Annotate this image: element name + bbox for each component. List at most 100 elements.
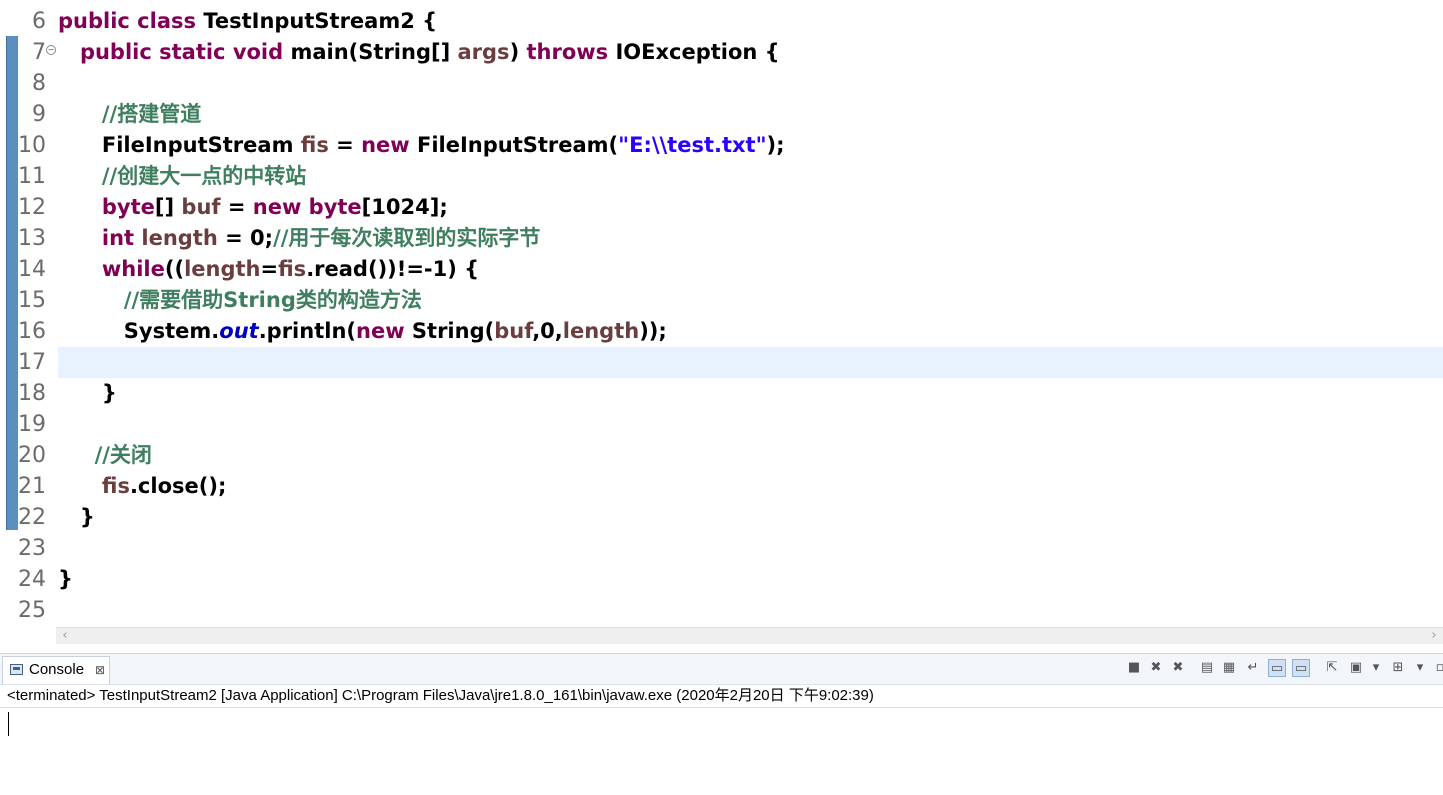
code-line[interactable]: 13 int length = 0;//用于每次读取到的实际字节 xyxy=(0,223,1443,254)
code-text[interactable]: System.out.println(new String(buf,0,leng… xyxy=(58,316,1443,347)
code-token: = xyxy=(328,133,362,157)
word-wrap-icon[interactable]: ↵ xyxy=(1244,659,1262,677)
code-token: fis xyxy=(300,133,329,157)
code-line[interactable]: 7− public static void main(String[] args… xyxy=(0,37,1443,68)
remove-all-terminated-icon[interactable]: ✖ xyxy=(1169,659,1187,677)
console-output[interactable] xyxy=(0,708,1443,795)
code-line[interactable]: 19 xyxy=(0,409,1443,440)
code-text[interactable]: //搭建管道 xyxy=(58,99,1443,130)
code-text[interactable]: public class TestInputStream2 { xyxy=(58,6,1443,37)
code-text[interactable] xyxy=(58,409,1443,440)
code-token: new xyxy=(252,195,309,219)
line-number: 15 xyxy=(18,288,46,313)
remove-launch-icon[interactable]: ✖ xyxy=(1147,659,1165,677)
fold-toggle-icon[interactable]: − xyxy=(46,45,56,55)
code-line[interactable]: 23 xyxy=(0,533,1443,564)
tab-console-label: Console xyxy=(29,661,85,678)
code-line[interactable]: 22 } xyxy=(0,502,1443,533)
code-token: (( xyxy=(164,257,185,281)
code-text[interactable]: } xyxy=(58,564,1443,595)
code-text[interactable] xyxy=(58,595,1443,626)
code-text[interactable]: byte[] buf = new byte[1024]; xyxy=(58,192,1443,223)
chevron-left-icon[interactable]: ‹ xyxy=(58,628,72,644)
open-console-icon[interactable]: ⊞ xyxy=(1389,659,1407,677)
pin-console-icon[interactable]: ⇱ xyxy=(1323,659,1341,677)
code-token: .read())!=-1) { xyxy=(306,257,480,281)
code-text[interactable]: } xyxy=(58,502,1443,533)
code-text[interactable]: } xyxy=(58,378,1443,409)
line-number: 20 xyxy=(18,443,46,468)
minimize-icon[interactable]: ▫ xyxy=(1431,659,1443,677)
code-token: //关闭 xyxy=(94,443,152,467)
line-number: 19 xyxy=(18,412,46,437)
code-text[interactable]: //创建大一点的中转站 xyxy=(58,161,1443,192)
code-token: "E:\\test.txt" xyxy=(618,133,767,157)
line-number: 22 xyxy=(18,505,46,530)
code-line[interactable]: 18 } xyxy=(0,378,1443,409)
code-text[interactable]: FileInputStream fis = new FileInputStrea… xyxy=(58,130,1443,161)
code-text[interactable]: int length = 0;//用于每次读取到的实际字节 xyxy=(58,223,1443,254)
code-token: = xyxy=(220,195,253,219)
clear-console-icon[interactable]: ▤ xyxy=(1198,659,1216,677)
show-console-on-stdout-icon[interactable]: ▭ xyxy=(1268,659,1286,677)
code-line[interactable]: 12 byte[] buf = new byte[1024]; xyxy=(0,192,1443,223)
code-token: args xyxy=(457,40,510,64)
code-line[interactable]: 25 xyxy=(0,595,1443,626)
code-token: public class xyxy=(58,9,204,33)
code-token: System. xyxy=(58,319,220,343)
code-line[interactable]: 11 //创建大一点的中转站 xyxy=(0,161,1443,192)
code-token: new xyxy=(356,319,412,343)
scroll-lock-icon[interactable]: ▦ xyxy=(1220,659,1238,677)
code-token: ) xyxy=(509,40,527,64)
code-line[interactable]: 20 //关闭 xyxy=(0,440,1443,471)
line-number: 9 xyxy=(32,102,46,127)
close-icon[interactable]: ⊠ xyxy=(95,657,105,683)
code-text[interactable] xyxy=(58,533,1443,564)
code-text[interactable]: fis.close(); xyxy=(58,471,1443,502)
code-line[interactable]: 16 System.out.println(new String(buf,0,l… xyxy=(0,316,1443,347)
code-token: while xyxy=(101,257,165,281)
tab-console[interactable]: Console ⊠ xyxy=(2,656,110,684)
code-line[interactable]: 21 fis.close(); xyxy=(0,471,1443,502)
horizontal-scrollbar[interactable]: ‹ › xyxy=(56,627,1443,644)
code-line[interactable]: 9 //搭建管道 xyxy=(0,99,1443,130)
dropdown-icon[interactable]: ▾ xyxy=(1411,659,1429,677)
code-editor[interactable]: 6 public class TestInputStream2 {7− publi… xyxy=(0,0,1443,645)
line-number: 10 xyxy=(18,133,46,158)
code-line[interactable]: 6 public class TestInputStream2 { xyxy=(0,6,1443,37)
line-number: 6 xyxy=(32,9,46,34)
code-line[interactable]: 17 xyxy=(0,347,1443,378)
chevron-right-icon[interactable]: › xyxy=(1427,628,1441,644)
line-number: 14 xyxy=(18,257,46,282)
line-number: 25 xyxy=(18,598,46,623)
code-token: = xyxy=(260,257,279,281)
code-token: } xyxy=(58,505,95,529)
code-line[interactable]: 24} xyxy=(0,564,1443,595)
code-token: //需要借助String类的构造方法 xyxy=(123,288,422,312)
code-token: IOException { xyxy=(615,40,780,64)
terminate-icon[interactable]: ■ xyxy=(1125,659,1143,677)
code-text[interactable] xyxy=(58,347,1443,378)
console-icon xyxy=(10,664,23,675)
code-token: ,0, xyxy=(532,319,563,343)
code-line[interactable]: 8 xyxy=(0,68,1443,99)
code-token: byte xyxy=(308,195,362,219)
code-text[interactable]: //关闭 xyxy=(58,440,1443,471)
code-token: buf xyxy=(494,319,533,343)
code-token: TestInputStream2 { xyxy=(203,9,438,33)
code-token: length xyxy=(184,257,261,281)
console-tabbar: Console ⊠ ■ ✖ ✖ ▤ ▦ ↵ ▭ ▭ ⇱ ▣ ▾ ⊞ ▾ ▫ xyxy=(0,654,1443,685)
code-line[interactable]: 15 //需要借助String类的构造方法 xyxy=(0,285,1443,316)
line-number: 8 xyxy=(32,71,46,96)
code-text[interactable]: public static void main(String[] args) t… xyxy=(58,37,1443,68)
code-line[interactable]: 10 FileInputStream fis = new FileInputSt… xyxy=(0,130,1443,161)
code-line[interactable]: 14 while((length=fis.read())!=-1) { xyxy=(0,254,1443,285)
code-text[interactable] xyxy=(58,68,1443,99)
show-console-on-stderr-icon[interactable]: ▭ xyxy=(1292,659,1310,677)
dropdown-icon[interactable]: ▾ xyxy=(1367,659,1385,677)
code-text[interactable]: //需要借助String类的构造方法 xyxy=(58,285,1443,316)
code-token: .close(); xyxy=(129,474,227,498)
code-text[interactable]: while((length=fis.read())!=-1) { xyxy=(58,254,1443,285)
display-selected-console-icon[interactable]: ▣ xyxy=(1347,659,1365,677)
code-token: //搭建管道 xyxy=(101,102,202,126)
